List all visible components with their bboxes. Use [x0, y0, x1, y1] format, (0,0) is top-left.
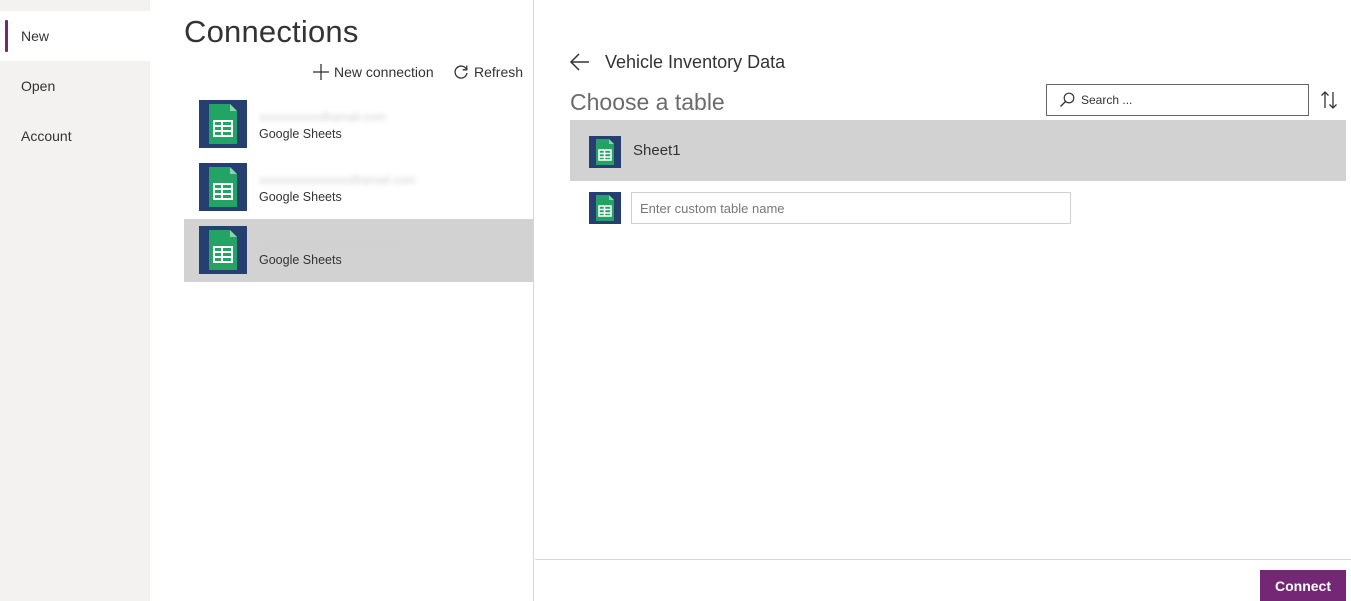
- new-connection-button[interactable]: New connection: [312, 62, 434, 82]
- custom-table-row: [570, 186, 1346, 226]
- sort-icon[interactable]: [1320, 90, 1338, 110]
- connections-pane: Connections New connection Refresh xxxxx…: [150, 0, 534, 601]
- connection-email: xxxxxxxxxxxxxxx@gmail.com: [259, 173, 416, 185]
- custom-table-name-input[interactable]: [631, 192, 1071, 224]
- choose-table-heading: Choose a table: [570, 89, 725, 115]
- connections-title: Connections: [184, 14, 359, 49]
- table-name: Sheet1: [633, 142, 681, 159]
- nav-item-account[interactable]: Account: [0, 111, 150, 161]
- new-connection-label: New connection: [334, 64, 434, 80]
- table-row-sheet1[interactable]: Sheet1: [570, 120, 1346, 181]
- google-sheets-icon: [199, 226, 247, 274]
- connection-item-selected[interactable]: xxxxxxxxxxxxx@gmail.com Google Sheets: [184, 219, 533, 282]
- search-icon: [1060, 92, 1075, 107]
- footer-divider: [535, 559, 1351, 560]
- plus-icon: [313, 64, 329, 80]
- nav-item-label: Account: [21, 128, 72, 144]
- connect-button[interactable]: Connect: [1260, 570, 1346, 601]
- table-picker-panel: Vehicle Inventory Data Choose a table Se…: [535, 10, 1351, 601]
- back-arrow-icon[interactable]: [569, 52, 591, 72]
- refresh-button[interactable]: Refresh: [452, 62, 523, 82]
- search-input[interactable]: [1081, 93, 1281, 107]
- connection-type: Google Sheets: [259, 253, 342, 267]
- connection-item[interactable]: xxxxxxxxxx@gmail.com Google Sheets: [184, 93, 533, 156]
- google-sheets-icon: [199, 100, 247, 148]
- google-sheets-icon: [589, 192, 621, 224]
- nav-item-label: New: [21, 28, 50, 44]
- google-sheets-icon: [199, 163, 247, 211]
- nav-item-label: Open: [21, 78, 56, 94]
- dataset-title: Vehicle Inventory Data: [605, 52, 786, 72]
- refresh-icon: [454, 65, 468, 79]
- search-box[interactable]: [1046, 84, 1309, 116]
- connection-item[interactable]: xxxxxxxxxxxxxxx@gmail.com Google Sheets: [184, 156, 533, 219]
- connection-email: xxxxxxxxxxxxx@gmail.com: [259, 236, 404, 248]
- google-sheets-icon: [589, 136, 621, 168]
- connection-type: Google Sheets: [259, 190, 342, 204]
- app-window: New Open Account Connections New connect…: [0, 0, 1351, 601]
- nav-item-open[interactable]: Open: [0, 61, 150, 111]
- refresh-label: Refresh: [474, 64, 524, 80]
- connection-email: xxxxxxxxxx@gmail.com: [259, 110, 386, 122]
- connection-list: xxxxxxxxxx@gmail.com Google Sheets xxxxx…: [184, 93, 533, 282]
- left-nav: New Open Account: [0, 0, 150, 601]
- nav-item-new[interactable]: New: [0, 11, 150, 61]
- connection-type: Google Sheets: [259, 127, 342, 141]
